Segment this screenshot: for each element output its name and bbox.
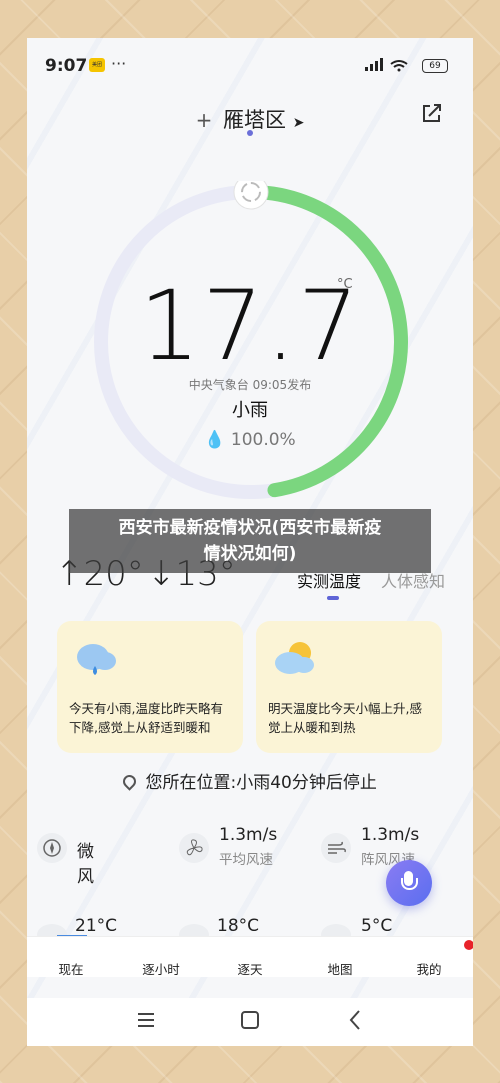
publish-info: 中央气象台 09:05发布 bbox=[188, 378, 312, 392]
nav-mine[interactable]: 我的 bbox=[399, 959, 459, 978]
today-forecast-text: 今天有小雨,温度比昨天略有下降,感觉上从舒适到暖和 bbox=[69, 701, 223, 735]
fan-icon bbox=[179, 833, 209, 863]
share-icon[interactable] bbox=[421, 102, 443, 124]
phone-screen: 9:07 美团 ··· 69 + 雁塔区 ➤ 17.7 °C 中央气象台 09:… bbox=[27, 38, 473, 1046]
notification-dot bbox=[464, 940, 473, 950]
avg-wind-value: 1.3m/s bbox=[219, 825, 278, 845]
drop-icon: 💧 bbox=[204, 430, 226, 450]
nav-hourly[interactable]: 逐小时 bbox=[131, 959, 191, 978]
temp-value-1: 21°C bbox=[75, 916, 118, 936]
location-pin-icon bbox=[120, 772, 139, 791]
nav-daily[interactable]: 逐天 bbox=[220, 959, 280, 978]
battery-icon: 69 bbox=[422, 59, 448, 73]
today-forecast-card[interactable]: 今天有小雨,温度比昨天略有下降,感觉上从舒适到暖和 bbox=[57, 621, 243, 753]
tomorrow-forecast-text: 明天温度比今天小幅上升,感觉上从暖和到热 bbox=[268, 701, 422, 735]
nav-now[interactable]: 现在 bbox=[41, 959, 101, 978]
current-temperature: 17.7 bbox=[139, 270, 361, 382]
bottom-nav: 现在 逐小时 逐天 地图 我的 bbox=[27, 936, 473, 977]
weather-condition: 小雨 bbox=[232, 400, 268, 421]
home-icon[interactable] bbox=[241, 1011, 259, 1029]
temp-value-3: 5°C bbox=[361, 916, 393, 936]
nowcast-text: 您所在位置:小雨40分钟后停止 bbox=[145, 773, 377, 793]
wind-level-value: 微风 bbox=[77, 842, 94, 887]
location-arrow-icon: ➤ bbox=[292, 115, 305, 131]
voice-assistant-button[interactable] bbox=[386, 860, 432, 906]
nowcast-row[interactable]: 您所在位置:小雨40分钟后停止 bbox=[27, 768, 473, 793]
wind-icon bbox=[321, 833, 351, 863]
menu-icon[interactable] bbox=[138, 1013, 154, 1027]
more-notifications-icon: ··· bbox=[111, 54, 127, 73]
humidity-text: 100.0% bbox=[230, 430, 296, 450]
location-name: 雁塔区 bbox=[223, 108, 287, 132]
temperature-unit: °C bbox=[337, 277, 353, 292]
overlay-line-2: 情状况如何) bbox=[203, 544, 297, 564]
temp-value-2: 18°C bbox=[217, 916, 260, 936]
avg-wind-label: 平均风速 bbox=[219, 852, 273, 868]
back-icon[interactable] bbox=[349, 1010, 360, 1030]
page-indicator bbox=[247, 130, 253, 136]
system-navigation bbox=[27, 998, 473, 1046]
tab-indicator bbox=[327, 596, 339, 600]
tomorrow-forecast-card[interactable]: 明天温度比今天小幅上升,感觉上从暖和到热 bbox=[256, 621, 442, 753]
overlay-line-1: 西安市最新疫情状况(西安市最新疫 bbox=[118, 518, 382, 538]
meituan-notification-icon: 美团 bbox=[89, 58, 105, 72]
sun-cloud-icon bbox=[275, 642, 314, 674]
gust-wind-value: 1.3m/s bbox=[361, 825, 420, 845]
rain-cloud-icon bbox=[77, 644, 116, 675]
status-time: 9:07 bbox=[45, 56, 88, 76]
signal-icon bbox=[363, 58, 413, 75]
humidity-value: 💧 100.0% bbox=[27, 430, 473, 450]
nav-map[interactable]: 地图 bbox=[310, 959, 370, 978]
status-bar: 9:07 美团 ··· 69 bbox=[27, 38, 473, 88]
add-city-icon[interactable]: + bbox=[196, 108, 213, 132]
article-title-overlay: 西安市最新疫情状况(西安市最新疫 情状况如何) bbox=[69, 509, 431, 573]
compass-icon bbox=[37, 833, 67, 863]
